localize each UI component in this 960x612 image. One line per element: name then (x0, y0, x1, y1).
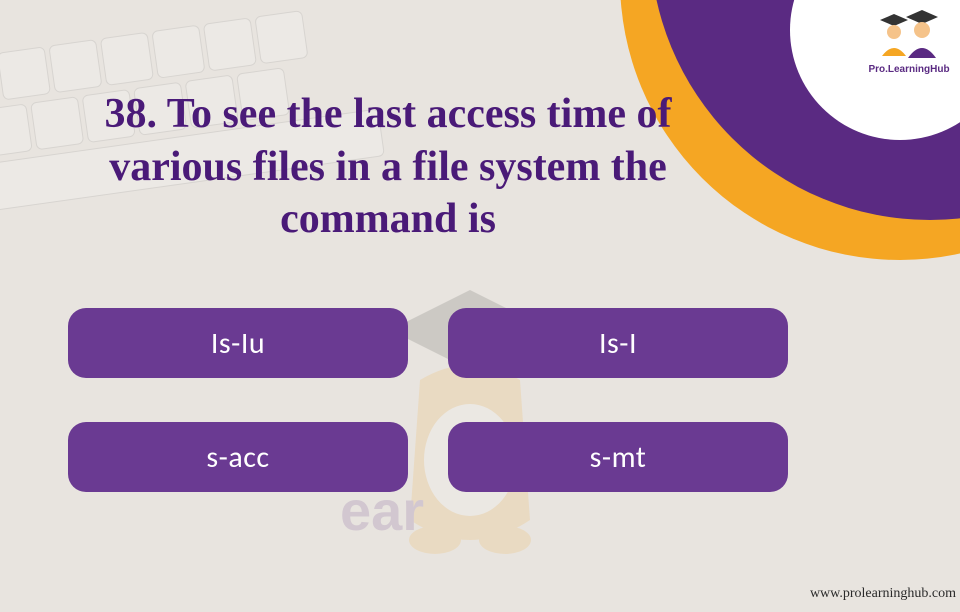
option-c[interactable]: s-acc (68, 422, 408, 492)
option-a[interactable]: Is-Iu (68, 308, 408, 378)
graduates-icon (874, 8, 944, 62)
brand-name: Pro.LearningHub (864, 64, 954, 75)
footer-url: www.prolearninghub.com (810, 586, 956, 602)
option-b[interactable]: Is-I (448, 308, 788, 378)
question-body: To see the last access time of various f… (109, 91, 671, 242)
slide-stage: ear Pro.LearningHub 38. To see the last … (0, 0, 960, 612)
question-number: 38. (105, 91, 158, 137)
brand-logo: Pro.LearningHub (864, 8, 954, 75)
option-d[interactable]: s-mt (448, 422, 788, 492)
answer-grid: Is-Iu Is-I s-acc s-mt (68, 308, 788, 492)
option-label: s-acc (206, 439, 269, 476)
question-text: 38. To see the last access time of vario… (68, 88, 708, 246)
option-label: Is-I (599, 325, 637, 362)
option-label: s-mt (590, 439, 647, 476)
option-label: Is-Iu (211, 325, 265, 362)
